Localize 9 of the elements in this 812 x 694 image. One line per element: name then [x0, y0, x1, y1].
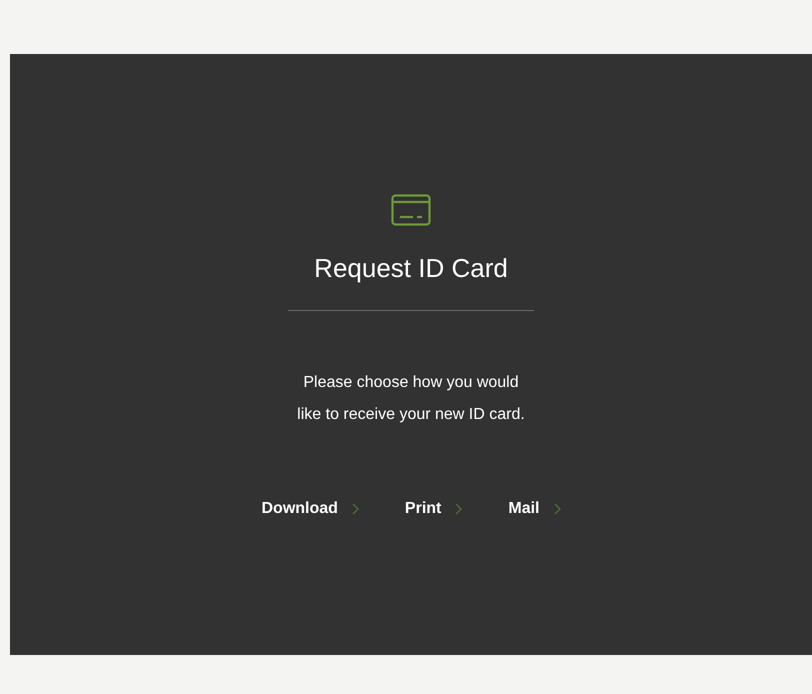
- option-link[interactable]: Download: [261, 497, 338, 521]
- chevron-icon: [455, 503, 462, 515]
- id-card-icon: [391, 194, 431, 226]
- chevron-icon: [554, 503, 560, 515]
- option-link[interactable]: Mail: [508, 497, 540, 521]
- card-title: Request ID Card: [314, 252, 508, 284]
- chevron-icon: [352, 503, 359, 515]
- description: Please choose how you would like to receive your new ID card.: [297, 373, 525, 425]
- option-link[interactable]: Print: [404, 497, 442, 521]
